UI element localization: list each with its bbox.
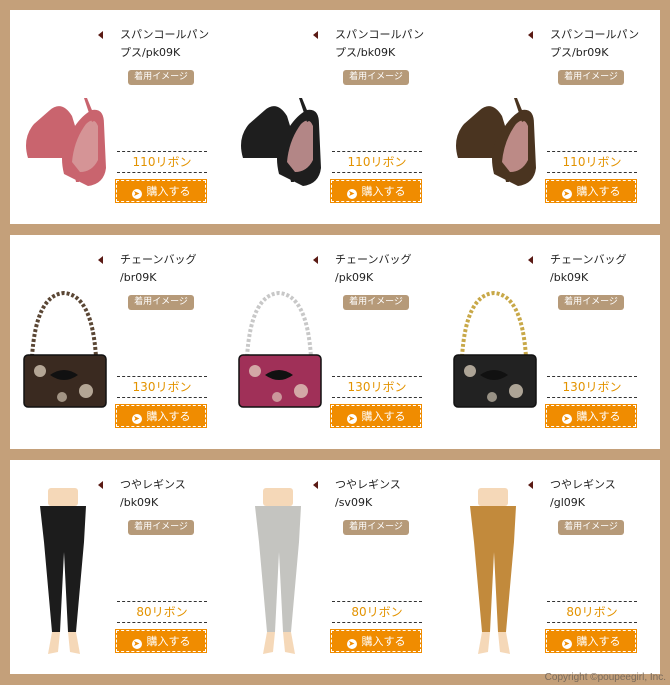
buy-button[interactable]: ➤ 購入する [330,179,422,203]
caret-icon [528,256,533,264]
price-label: 130リボン [547,376,637,398]
arrow-right-icon: ➤ [131,414,142,424]
price-label: 80リボン [332,601,422,623]
product-panel: つやレギンス/bk09K 着用イメージ 80リボン ➤ 購入する つやレギンス/s… [10,460,660,674]
product-name[interactable]: スパンコールパン プス/br09K [528,26,655,62]
price-label: 110リボン [117,151,207,173]
arrow-right-icon: ➤ [131,639,142,649]
pumps-icon [26,98,106,186]
caret-icon [313,31,318,39]
product-image[interactable] [14,482,114,662]
pumps-icon [456,98,536,186]
buy-button[interactable]: ➤ 購入する [330,629,422,653]
price-label: 80リボン [547,601,637,623]
wear-image-badge[interactable]: 着用イメージ [343,520,409,535]
wear-image-badge[interactable]: 着用イメージ [128,295,194,310]
product-image[interactable] [229,50,329,200]
wear-image-badge[interactable]: 着用イメージ [128,70,194,85]
product-name[interactable]: つやレギンス/bk09K [98,476,225,512]
product-name[interactable]: スパンコールパン プス/bk09K [313,26,440,62]
product-name[interactable]: チェーンバッグ/pk09K [313,251,440,287]
buy-button[interactable]: ➤ 購入する [545,179,637,203]
product-item: チェーンバッグ/pk09K 着用イメージ 130リボン ➤ 購入する [225,235,440,449]
caret-icon [528,481,533,489]
wear-image-badge[interactable]: 着用イメージ [558,70,624,85]
price-label: 110リボン [332,151,422,173]
buy-button[interactable]: ➤ 購入する [545,404,637,428]
handbag-icon [238,290,322,408]
pumps-icon [241,98,321,186]
product-item: スパンコールパン プス/pk09K 着用イメージ 110リボン ➤ 購入する [10,10,225,224]
leggings-icon [470,488,516,654]
product-panel: スパンコールパン プス/pk09K 着用イメージ 110リボン ➤ 購入する スパン… [10,10,660,224]
product-panel: チェーンバッグ/br09K 着用イメージ 130リボン ➤ 購入する チェーンバッ… [10,235,660,449]
product-name[interactable]: チェーンバッグ/br09K [98,251,225,287]
wear-image-badge[interactable]: 着用イメージ [343,70,409,85]
caret-icon [98,31,103,39]
product-image[interactable] [229,482,329,662]
wear-image-badge[interactable]: 着用イメージ [558,520,624,535]
product-item: スパンコールパン プス/br09K 着用イメージ 110リボン ➤ 購入する [440,10,655,224]
wear-image-badge[interactable]: 着用イメージ [128,520,194,535]
product-name[interactable]: チェーンバッグ/bk09K [528,251,655,287]
product-image[interactable] [14,275,114,425]
product-item: つやレギンス/bk09K 着用イメージ 80リボン ➤ 購入する [10,460,225,674]
product-image[interactable] [444,275,544,425]
price-label: 130リボン [117,376,207,398]
arrow-right-icon: ➤ [346,189,357,199]
buy-button[interactable]: ➤ 購入する [545,629,637,653]
caret-icon [528,31,533,39]
product-name[interactable]: つやレギンス/gl09K [528,476,655,512]
product-item: スパンコールパン プス/bk09K 着用イメージ 110リボン ➤ 購入する [225,10,440,224]
leggings-icon [255,488,301,654]
wear-image-badge[interactable]: 着用イメージ [343,295,409,310]
product-item: チェーンバッグ/br09K 着用イメージ 130リボン ➤ 購入する [10,235,225,449]
buy-button[interactable]: ➤ 購入する [115,404,207,428]
arrow-right-icon: ➤ [561,639,572,649]
buy-button[interactable]: ➤ 購入する [330,404,422,428]
handbag-icon [453,290,537,408]
caret-icon [98,481,103,489]
arrow-right-icon: ➤ [346,639,357,649]
handbag-icon [23,290,107,408]
product-name[interactable]: つやレギンス/sv09K [313,476,440,512]
price-label: 130リボン [332,376,422,398]
product-image[interactable] [444,482,544,662]
arrow-right-icon: ➤ [346,414,357,424]
buy-button[interactable]: ➤ 購入する [115,179,207,203]
product-image[interactable] [444,50,544,200]
caret-icon [313,256,318,264]
price-label: 110リボン [547,151,637,173]
copyright-text: Copyright ©poupeegirl, Inc. [544,672,666,683]
product-image[interactable] [229,275,329,425]
product-item: チェーンバッグ/bk09K 着用イメージ 130リボン ➤ 購入する [440,235,655,449]
caret-icon [313,481,318,489]
leggings-icon [40,488,86,654]
product-name[interactable]: スパンコールパン プス/pk09K [98,26,225,62]
wear-image-badge[interactable]: 着用イメージ [558,295,624,310]
product-item: つやレギンス/gl09K 着用イメージ 80リボン ➤ 購入する [440,460,655,674]
arrow-right-icon: ➤ [561,414,572,424]
product-item: つやレギンス/sv09K 着用イメージ 80リボン ➤ 購入する [225,460,440,674]
price-label: 80リボン [117,601,207,623]
arrow-right-icon: ➤ [131,189,142,199]
arrow-right-icon: ➤ [561,189,572,199]
product-image[interactable] [14,50,114,200]
buy-button[interactable]: ➤ 購入する [115,629,207,653]
caret-icon [98,256,103,264]
